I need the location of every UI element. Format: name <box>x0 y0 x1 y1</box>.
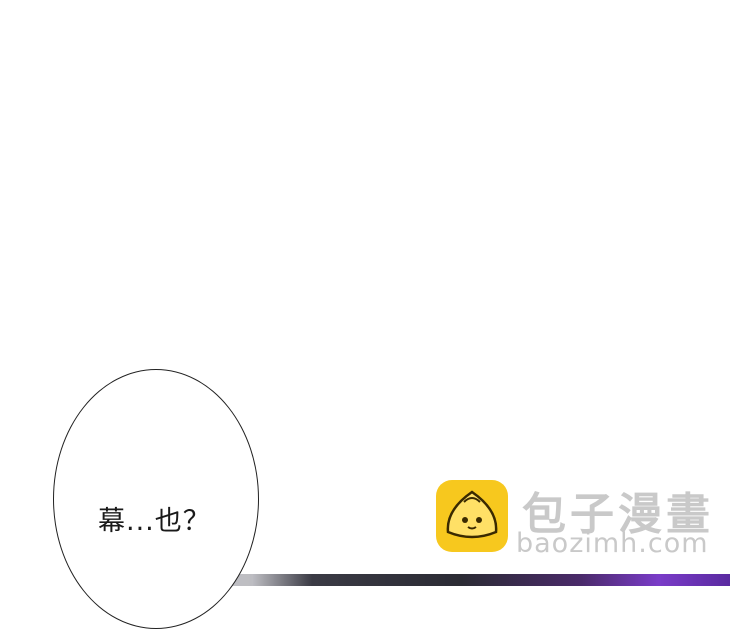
watermark-url: baozimh.com <box>516 528 709 559</box>
speech-bubble-text: 幕...也？ <box>98 506 211 537</box>
bun-mascot-icon <box>436 480 508 552</box>
